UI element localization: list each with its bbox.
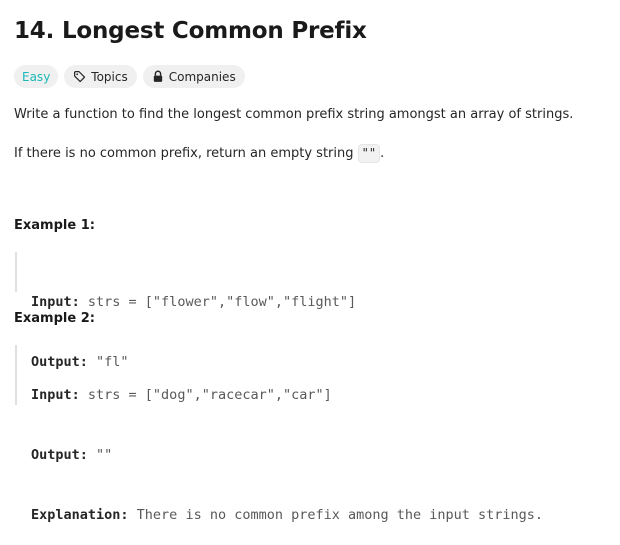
companies-button[interactable]: Companies	[142, 65, 245, 88]
description-line-1: Write a function to find the longest com…	[14, 107, 574, 122]
description-line-2-text: If there is no common prefix, return an …	[14, 146, 358, 161]
output-label: Output:	[31, 447, 88, 463]
input-label: Input:	[31, 387, 80, 403]
description-line-2: If there is no common prefix, return an …	[14, 144, 384, 163]
example-1-block: Input: strs = ["flower","flow","flight"]…	[15, 252, 356, 370]
example-2-output: Output: ""	[31, 445, 543, 465]
example-1-input: Input: strs = ["flower","flow","flight"]	[31, 292, 356, 312]
example-1-heading: Example 1:	[14, 218, 95, 233]
input-value: strs = ["dog","racecar","car"]	[79, 387, 332, 403]
example-2-explanation: Explanation: There is no common prefix a…	[31, 505, 543, 525]
explanation-value: There is no common prefix among the inpu…	[128, 507, 544, 523]
description-line-2-suffix: .	[380, 146, 385, 161]
topics-button[interactable]: Topics	[64, 65, 137, 88]
problem-tags: Easy Topics Companies	[14, 65, 245, 88]
tag-icon	[73, 70, 86, 83]
companies-label: Companies	[168, 69, 236, 84]
lock-icon	[152, 70, 164, 83]
explanation-label: Explanation:	[31, 507, 129, 523]
difficulty-badge[interactable]: Easy	[14, 65, 59, 88]
example-2-block: Input: strs = ["dog","racecar","car"] Ou…	[15, 345, 543, 523]
example-2-input: Input: strs = ["dog","racecar","car"]	[31, 385, 543, 405]
output-value: ""	[87, 447, 113, 463]
topics-label: Topics	[91, 69, 128, 84]
example-2-heading: Example 2:	[14, 311, 95, 326]
input-value: strs = ["flower","flow","flight"]	[79, 294, 357, 310]
problem-title: 14. Longest Common Prefix	[14, 18, 367, 44]
input-label: Input:	[31, 294, 80, 310]
empty-string-code: ""	[357, 144, 381, 163]
